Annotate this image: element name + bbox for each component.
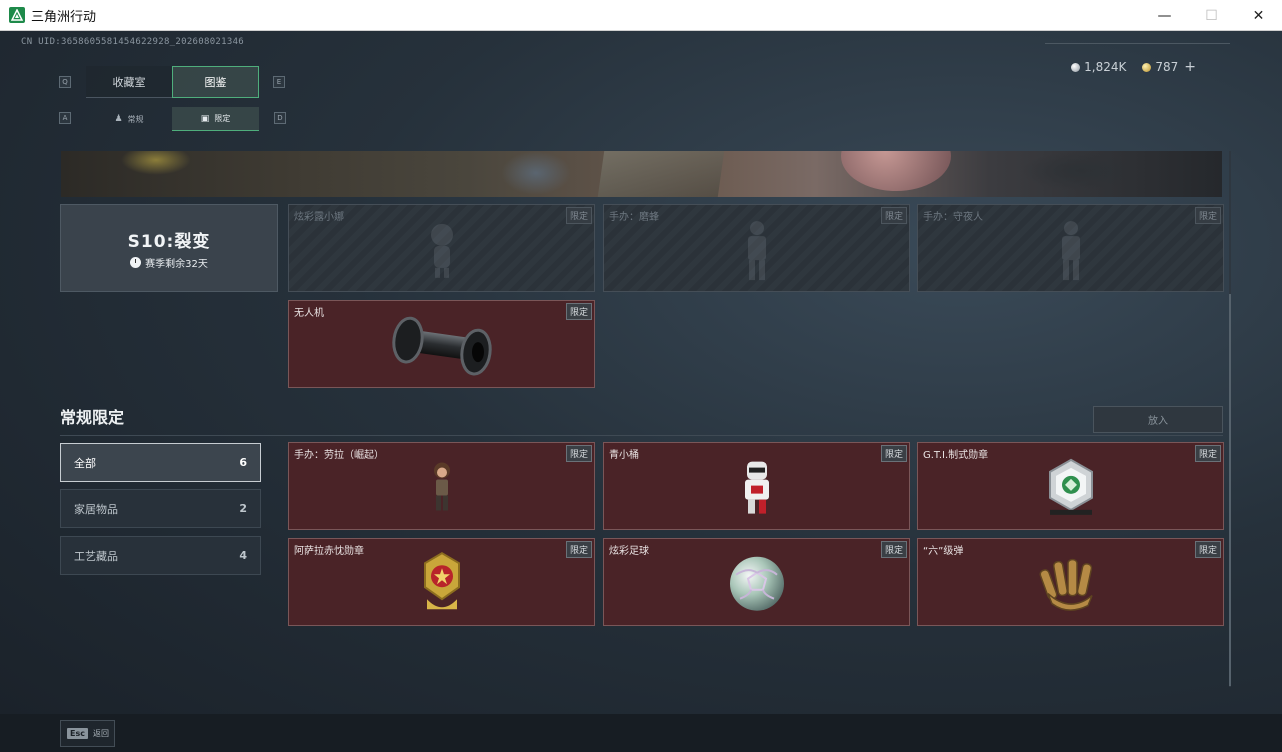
currency-bar: 1,824K 787 + xyxy=(1071,59,1196,75)
limited-badge: 限定 xyxy=(880,541,907,558)
figure-silhouette-icon xyxy=(737,218,777,286)
season-banner-image xyxy=(61,151,1222,197)
figure-icon: ♟ xyxy=(114,114,123,124)
key-hint-d: D xyxy=(274,112,286,124)
season-remaining: 赛季剩余32天 xyxy=(130,255,208,270)
item-card-owned[interactable]: 炫彩足球 限定 xyxy=(603,538,910,626)
section-title: 常规限定 xyxy=(60,408,125,427)
key-hint-q: Q xyxy=(59,76,71,88)
item-name: G.T.I.制式勋章 xyxy=(923,450,989,461)
doll-silhouette-icon xyxy=(422,220,462,284)
currency-gold[interactable]: 787 + xyxy=(1142,59,1196,75)
minimize-icon: — xyxy=(1157,7,1172,24)
tab-catalog[interactable]: 图鉴 xyxy=(172,66,259,98)
key-hint-e: E xyxy=(273,76,285,88)
lara-figure-icon xyxy=(427,460,457,518)
clock-icon xyxy=(130,256,142,268)
divider xyxy=(1045,43,1230,44)
close-icon: ✕ xyxy=(1252,7,1265,24)
currency-silver-value: 1,824K xyxy=(1084,60,1127,74)
silver-coin-icon xyxy=(1071,62,1081,72)
image-icon: ▣ xyxy=(200,113,210,124)
item-card-owned[interactable]: G.T.I.制式勋章 限定 xyxy=(917,442,1224,530)
item-card-locked[interactable]: 手办：守夜人 限定 xyxy=(917,204,1224,292)
limited-badge: 限定 xyxy=(1194,541,1221,558)
item-card-owned[interactable]: 青小桶 限定 xyxy=(603,442,910,530)
limited-badge: 限定 xyxy=(1194,445,1221,462)
game-viewport: CN UID:3658605581454622928_202608021346 … xyxy=(0,31,1282,752)
season-title: S10:裂变 xyxy=(127,231,211,252)
close-button[interactable]: ✕ xyxy=(1235,0,1282,31)
window-title: 三角洲行动 xyxy=(31,9,97,25)
season-info-card: S10:裂变 赛季剩余32天 xyxy=(60,204,278,292)
item-name: 手办：劳拉（崛起） xyxy=(294,450,384,461)
scrollbar-thumb[interactable] xyxy=(1229,294,1231,686)
window-titlebar: 三角洲行动 — ☐ ✕ xyxy=(0,0,1282,31)
item-name: 炫彩露小娜 xyxy=(294,212,344,223)
limited-badge: 限定 xyxy=(1194,207,1221,224)
item-name: 炫彩足球 xyxy=(609,546,649,557)
key-hint-a: A xyxy=(59,112,71,124)
esc-key-icon: Esc xyxy=(67,728,88,739)
gold-coin-icon xyxy=(1142,62,1152,72)
item-name: 阿萨拉赤忱勋章 xyxy=(294,546,364,557)
minimize-button[interactable]: — xyxy=(1141,0,1188,31)
filter-count: 6 xyxy=(239,456,247,469)
asara-medal-icon xyxy=(417,551,467,621)
currency-gold-value: 787 xyxy=(1155,60,1179,74)
subtab-regular-label: 常规 xyxy=(127,114,144,124)
figure-silhouette-icon xyxy=(1051,218,1091,286)
filter-all[interactable]: 全部 6 xyxy=(60,443,261,482)
maximize-button[interactable]: ☐ xyxy=(1188,0,1235,31)
section-divider xyxy=(60,435,1223,436)
subtab-limited-label: 限定 xyxy=(214,114,231,123)
app-logo-icon xyxy=(9,7,25,23)
robot-bucket-icon xyxy=(739,460,775,520)
filter-crafts[interactable]: 工艺藏品 4 xyxy=(60,536,261,575)
item-name: 青小桶 xyxy=(609,450,639,461)
filter-label: 家居物品 xyxy=(74,502,118,516)
back-label: 返回 xyxy=(92,729,109,738)
item-name: 无人机 xyxy=(294,308,324,319)
limited-badge: 限定 xyxy=(565,541,592,558)
filter-home-items[interactable]: 家居物品 2 xyxy=(60,489,261,528)
subtab-regular[interactable]: ♟ 常规 xyxy=(86,107,172,131)
put-in-button[interactable]: 放入 xyxy=(1093,406,1223,433)
item-card-owned[interactable]: 阿萨拉赤忱勋章 限定 xyxy=(288,538,595,626)
maximize-icon: ☐ xyxy=(1205,7,1218,24)
soccer-ball-icon xyxy=(728,555,786,617)
player-uid: CN UID:3658605581454622928_202608021346 xyxy=(21,37,245,47)
item-card-owned[interactable]: 无人机 限定 xyxy=(288,300,595,388)
gti-medal-icon xyxy=(1044,458,1098,522)
item-card-locked[interactable]: 手办：磨蜂 限定 xyxy=(603,204,910,292)
limited-badge: 限定 xyxy=(565,445,592,462)
item-name: 手办：磨蜂 xyxy=(609,212,659,223)
limited-badge: 限定 xyxy=(880,445,907,462)
limited-badge: 限定 xyxy=(880,207,907,224)
item-name: 手办：守夜人 xyxy=(923,212,983,223)
bottom-bar xyxy=(0,714,1282,752)
subtab-limited[interactable]: ▣ 限定 xyxy=(172,107,259,131)
season-remaining-text: 赛季剩余32天 xyxy=(145,258,208,270)
add-currency-icon[interactable]: + xyxy=(1184,59,1196,75)
item-card-locked[interactable]: 炫彩露小娜 限定 xyxy=(288,204,595,292)
drone-roller-icon xyxy=(386,314,498,382)
tab-collection-room[interactable]: 收藏室 xyxy=(86,66,172,98)
limited-badge: 限定 xyxy=(565,303,592,320)
bullet-hand-icon xyxy=(1038,556,1104,616)
currency-silver: 1,824K xyxy=(1071,59,1126,75)
back-button[interactable]: Esc 返回 xyxy=(60,720,115,747)
filter-label: 全部 xyxy=(74,456,96,470)
filter-count: 2 xyxy=(239,502,247,515)
limited-badge: 限定 xyxy=(565,207,592,224)
item-card-owned[interactable]: 手办：劳拉（崛起） 限定 xyxy=(288,442,595,530)
filter-count: 4 xyxy=(239,549,247,562)
item-card-owned[interactable]: “六”级弹 限定 xyxy=(917,538,1224,626)
item-name: “六”级弹 xyxy=(923,546,964,557)
filter-label: 工艺藏品 xyxy=(74,549,118,563)
